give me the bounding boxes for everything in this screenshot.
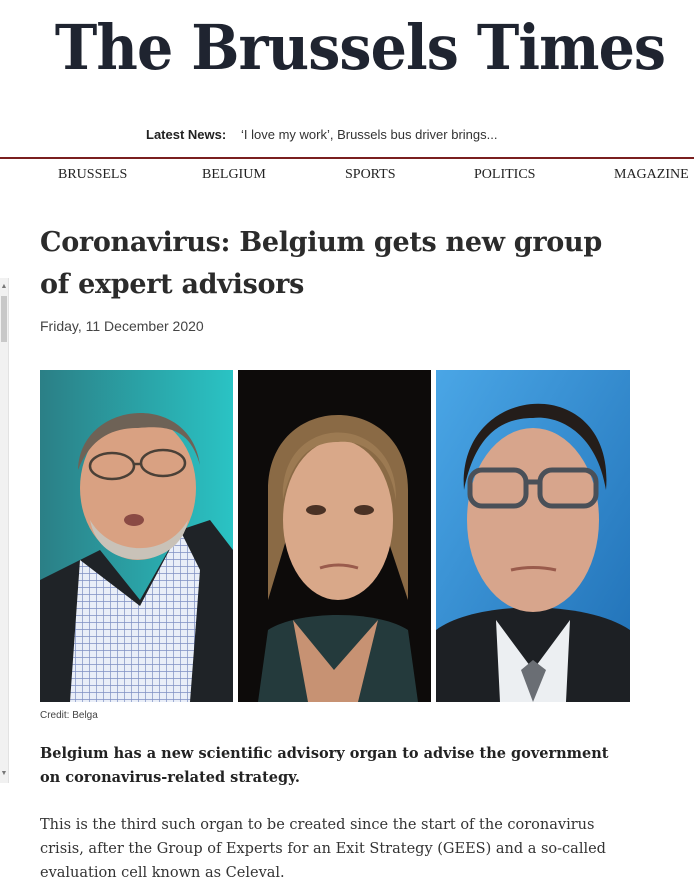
nav-item-magazine[interactable]: MAGAZINE [614,167,689,183]
latest-news-ticker: Latest News: ‘I love my work’, Brussels … [0,124,694,146]
nav-divider [0,157,694,159]
article-photo [40,370,630,702]
main-nav: BRUSSELS BELGIUM SPORTS POLITICS MAGAZIN… [0,167,694,189]
article-title: Coronavirus: Belgium gets new group of e… [40,227,602,300]
latest-news-label: Latest News: [146,127,227,142]
latest-news-headline-link[interactable]: ‘I love my work’, Brussels bus driver br… [241,124,497,146]
side-scrollbar[interactable]: ▲ ▼ [0,278,9,783]
scroll-thumb[interactable] [1,296,7,342]
photo-credit: Credit: Belga [40,710,98,721]
photo-expert-left [40,370,233,702]
site-logo[interactable]: The Brussels Times [29,8,691,88]
nav-item-brussels[interactable]: BRUSSELS [58,167,127,183]
article-date: Friday, 11 December 2020 [40,318,204,334]
nav-item-politics[interactable]: POLITICS [474,167,535,183]
photo-expert-right [436,370,630,702]
scroll-up-icon[interactable]: ▲ [0,282,8,292]
nav-item-belgium[interactable]: BELGIUM [202,167,266,183]
photo-expert-center [238,370,431,702]
scroll-down-icon[interactable]: ▼ [0,769,8,779]
nav-item-sports[interactable]: SPORTS [345,167,396,183]
article-lead: Belgium has a new scientific advisory or… [40,745,609,786]
article-paragraph: This is the third such organ to be creat… [40,817,606,881]
